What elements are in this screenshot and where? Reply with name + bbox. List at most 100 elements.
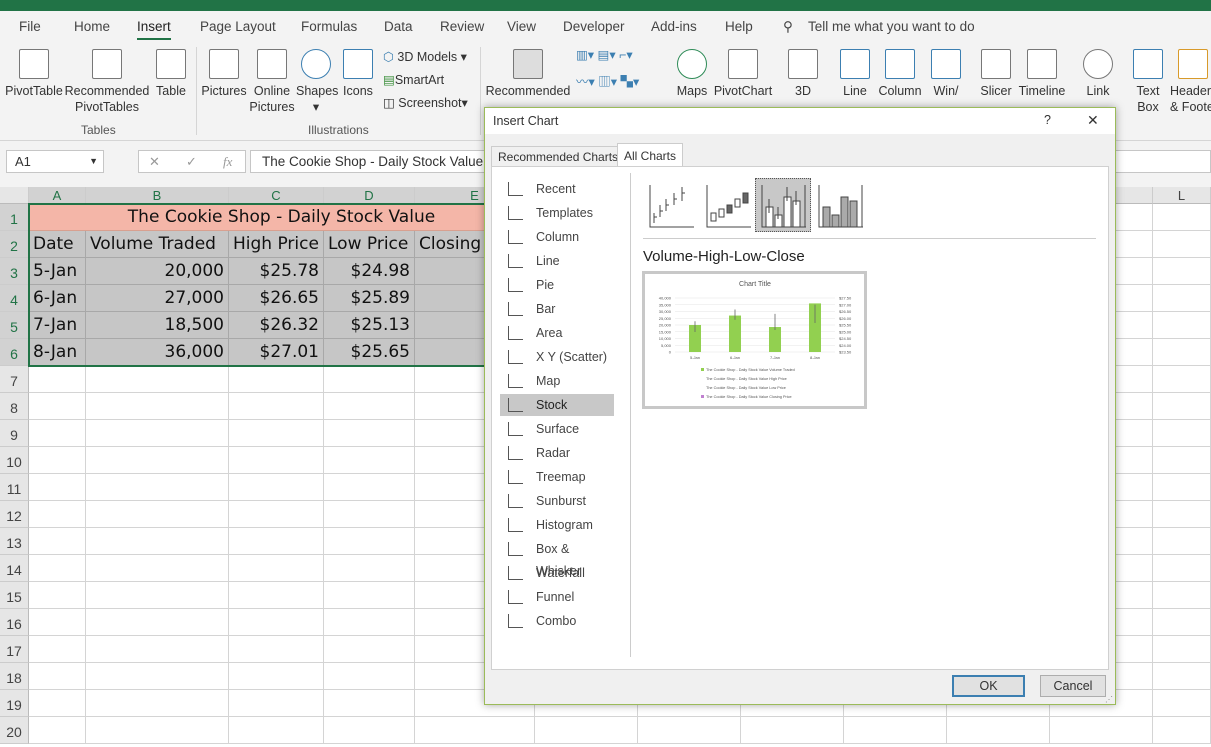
3d-models-button[interactable]: ⬡ 3D Models ▾ bbox=[383, 49, 467, 64]
cell[interactable] bbox=[229, 366, 324, 393]
data-cell[interactable]: 5-Jan bbox=[29, 258, 86, 285]
resize-grip[interactable]: ⋰ bbox=[1105, 695, 1113, 704]
help-button[interactable]: ? bbox=[1044, 113, 1051, 127]
row-header-9[interactable]: 9 bbox=[0, 420, 29, 447]
header-cell[interactable]: Low Price bbox=[324, 231, 415, 258]
tell-me-search[interactable]: Tell me what you want to do bbox=[808, 19, 975, 34]
tab-developer[interactable]: Developer bbox=[563, 19, 625, 34]
row-header-11[interactable]: 11 bbox=[0, 474, 29, 501]
header-cell[interactable]: Volume Traded bbox=[86, 231, 229, 258]
category-templates[interactable]: Templates bbox=[500, 202, 614, 224]
category-histogram[interactable]: Histogram bbox=[500, 514, 614, 536]
cell[interactable] bbox=[29, 636, 86, 663]
cell[interactable] bbox=[324, 420, 415, 447]
cell[interactable] bbox=[86, 393, 229, 420]
data-cell[interactable]: 7-Jan bbox=[29, 312, 86, 339]
category-pie[interactable]: Pie bbox=[500, 274, 614, 296]
cell[interactable] bbox=[1153, 204, 1211, 231]
cell[interactable] bbox=[29, 447, 86, 474]
cell[interactable] bbox=[324, 447, 415, 474]
cell[interactable] bbox=[1153, 717, 1211, 744]
data-cell[interactable]: 36,000 bbox=[86, 339, 229, 366]
cell[interactable] bbox=[1153, 312, 1211, 339]
cell[interactable] bbox=[324, 501, 415, 528]
category-x-y-scatter-[interactable]: X Y (Scatter) bbox=[500, 346, 614, 368]
data-cell[interactable]: $24.98 bbox=[324, 258, 415, 285]
table-button[interactable]: Table bbox=[152, 49, 190, 99]
cell[interactable] bbox=[1153, 555, 1211, 582]
tab-file[interactable]: File bbox=[19, 19, 41, 34]
chart-preview[interactable]: Chart Title 40,000 $27.50 35,000 $27.00 30,00… bbox=[642, 271, 867, 409]
row-header-15[interactable]: 15 bbox=[0, 582, 29, 609]
data-cell[interactable]: $26.32 bbox=[229, 312, 324, 339]
cell[interactable] bbox=[29, 366, 86, 393]
data-cell[interactable]: 6-Jan bbox=[29, 285, 86, 312]
cell[interactable] bbox=[229, 528, 324, 555]
cell[interactable] bbox=[1153, 420, 1211, 447]
select-all-corner[interactable] bbox=[0, 187, 29, 204]
category-column[interactable]: Column bbox=[500, 226, 614, 248]
cell[interactable] bbox=[1153, 501, 1211, 528]
cell[interactable] bbox=[29, 717, 86, 744]
pivottable-button[interactable]: PivotTable bbox=[5, 49, 63, 99]
cell[interactable] bbox=[229, 420, 324, 447]
cell[interactable] bbox=[229, 393, 324, 420]
data-cell[interactable]: $25.78 bbox=[229, 258, 324, 285]
data-cell[interactable]: $25.65 bbox=[324, 339, 415, 366]
cell[interactable] bbox=[324, 474, 415, 501]
cell[interactable] bbox=[324, 366, 415, 393]
cell[interactable] bbox=[229, 636, 324, 663]
icons-button[interactable]: Icons bbox=[340, 49, 376, 99]
header-cell[interactable]: Date bbox=[29, 231, 86, 258]
cell[interactable] bbox=[29, 663, 86, 690]
tab-insert[interactable]: Insert bbox=[137, 19, 171, 40]
category-area[interactable]: Area bbox=[500, 322, 614, 344]
cell[interactable] bbox=[29, 609, 86, 636]
ok-button[interactable]: OK bbox=[952, 675, 1025, 697]
category-recent[interactable]: Recent bbox=[500, 178, 614, 200]
enter-icon[interactable]: ✓ bbox=[186, 154, 197, 170]
cell[interactable] bbox=[947, 717, 1050, 744]
cell[interactable] bbox=[29, 393, 86, 420]
data-cell[interactable]: $27.01 bbox=[229, 339, 324, 366]
cell[interactable] bbox=[229, 555, 324, 582]
header-cell[interactable]: High Price bbox=[229, 231, 324, 258]
cell[interactable] bbox=[86, 636, 229, 663]
cell[interactable] bbox=[86, 582, 229, 609]
row-header-3[interactable]: 3 bbox=[0, 258, 29, 285]
column-header-A[interactable]: A bbox=[29, 187, 86, 204]
cell[interactable] bbox=[415, 717, 535, 744]
tab-review[interactable]: Review bbox=[440, 19, 484, 34]
insert-function-icon[interactable]: fx bbox=[223, 154, 232, 170]
link-button[interactable]: Link bbox=[1082, 49, 1114, 99]
cell[interactable] bbox=[324, 717, 415, 744]
category-treemap[interactable]: Treemap bbox=[500, 466, 614, 488]
cell[interactable] bbox=[1153, 393, 1211, 420]
tab-formulas[interactable]: Formulas bbox=[301, 19, 357, 34]
data-cell[interactable]: $25.13 bbox=[324, 312, 415, 339]
category-surface[interactable]: Surface bbox=[500, 418, 614, 440]
cell[interactable] bbox=[324, 663, 415, 690]
tab-page-layout[interactable]: Page Layout bbox=[200, 19, 276, 34]
cell[interactable] bbox=[1153, 258, 1211, 285]
cell[interactable] bbox=[1153, 528, 1211, 555]
column-header-C[interactable]: C bbox=[229, 187, 324, 204]
cell[interactable] bbox=[86, 366, 229, 393]
cell[interactable] bbox=[324, 636, 415, 663]
row-header-17[interactable]: 17 bbox=[0, 636, 29, 663]
cell[interactable] bbox=[1050, 717, 1153, 744]
tab-help[interactable]: Help bbox=[725, 19, 753, 34]
cell[interactable] bbox=[86, 609, 229, 636]
data-cell[interactable]: 18,500 bbox=[86, 312, 229, 339]
cell[interactable] bbox=[86, 528, 229, 555]
subtype-volume-high-low-close[interactable] bbox=[755, 178, 811, 232]
sparkline-column-button[interactable]: Column bbox=[876, 49, 924, 99]
category-map[interactable]: Map bbox=[500, 370, 614, 392]
column-header-D[interactable]: D bbox=[324, 187, 415, 204]
cell[interactable] bbox=[29, 420, 86, 447]
row-header-8[interactable]: 8 bbox=[0, 393, 29, 420]
row-header-4[interactable]: 4 bbox=[0, 285, 29, 312]
data-cell[interactable]: 20,000 bbox=[86, 258, 229, 285]
row-header-20[interactable]: 20 bbox=[0, 717, 29, 744]
column-header-L[interactable]: L bbox=[1153, 187, 1211, 204]
